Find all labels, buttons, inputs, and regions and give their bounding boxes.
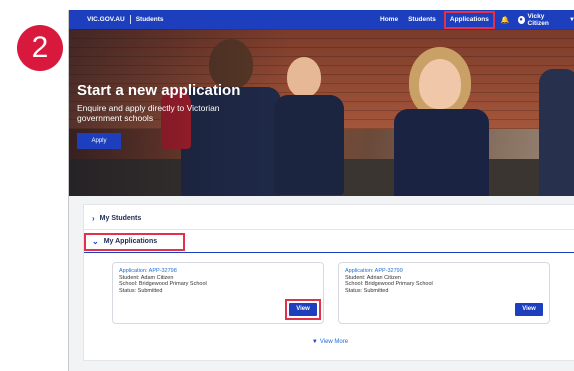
hero-photo-child-head — [287, 57, 321, 97]
accordion-my-students[interactable]: › My Students — [84, 208, 574, 230]
application-card: Application: APP-32798 Student: Adam Cit… — [112, 262, 324, 324]
hero-photo-child-head — [419, 59, 461, 109]
nav-students[interactable]: Students — [403, 16, 441, 23]
hero-banner: Start a new application Enquire and appl… — [69, 29, 574, 196]
brand-logo: VIC.GOV.AU — [87, 16, 125, 23]
content-panel: › My Students ⌄ My Applications Applicat… — [83, 204, 574, 361]
view-button[interactable]: View — [289, 303, 317, 316]
application-status: Status: Submitted — [119, 287, 163, 294]
application-status: Status: Submitted — [345, 287, 389, 294]
application-card: Application: APP-32799 Student: Adrian C… — [338, 262, 550, 324]
nav-applications[interactable]: Applications — [443, 10, 495, 29]
hero-subtitle: Enquire and apply directly to Victorian … — [77, 103, 220, 123]
brand-section: Students — [135, 16, 164, 23]
hero-title: Start a new application — [77, 82, 241, 99]
top-nav: VIC.GOV.AU Students Home Students Applic… — [69, 10, 574, 29]
apply-button[interactable]: Apply — [77, 133, 121, 149]
user-name: Vicky Citizen — [527, 12, 549, 27]
bell-icon[interactable]: 🔔 — [501, 16, 510, 24]
browser-frame: VIC.GOV.AU Students Home Students Applic… — [68, 10, 574, 371]
hero-photo-child-body — [539, 69, 574, 196]
chevron-right-icon: › — [92, 214, 95, 223]
nav-links: Home Students Applications 🔔 ● Vicky Cit… — [375, 10, 574, 29]
view-more-icon: ▼ — [311, 339, 318, 345]
user-menu[interactable]: ● Vicky Citizen ▼ — [517, 12, 574, 27]
user-icon: ● — [517, 15, 525, 24]
chevron-down-icon: ▼ — [569, 17, 574, 23]
nav-home[interactable]: Home — [375, 16, 403, 23]
hero-photo-child-body — [394, 109, 489, 196]
brand[interactable]: VIC.GOV.AU Students — [87, 15, 164, 24]
view-more-link[interactable]: ▼ View More — [84, 339, 574, 345]
highlight-box — [84, 233, 185, 251]
view-more-label: View More — [319, 339, 349, 345]
accordion-label: My Students — [99, 215, 142, 222]
step-badge: 2 — [17, 25, 63, 71]
view-button[interactable]: View — [515, 303, 543, 316]
brand-divider — [129, 15, 131, 24]
